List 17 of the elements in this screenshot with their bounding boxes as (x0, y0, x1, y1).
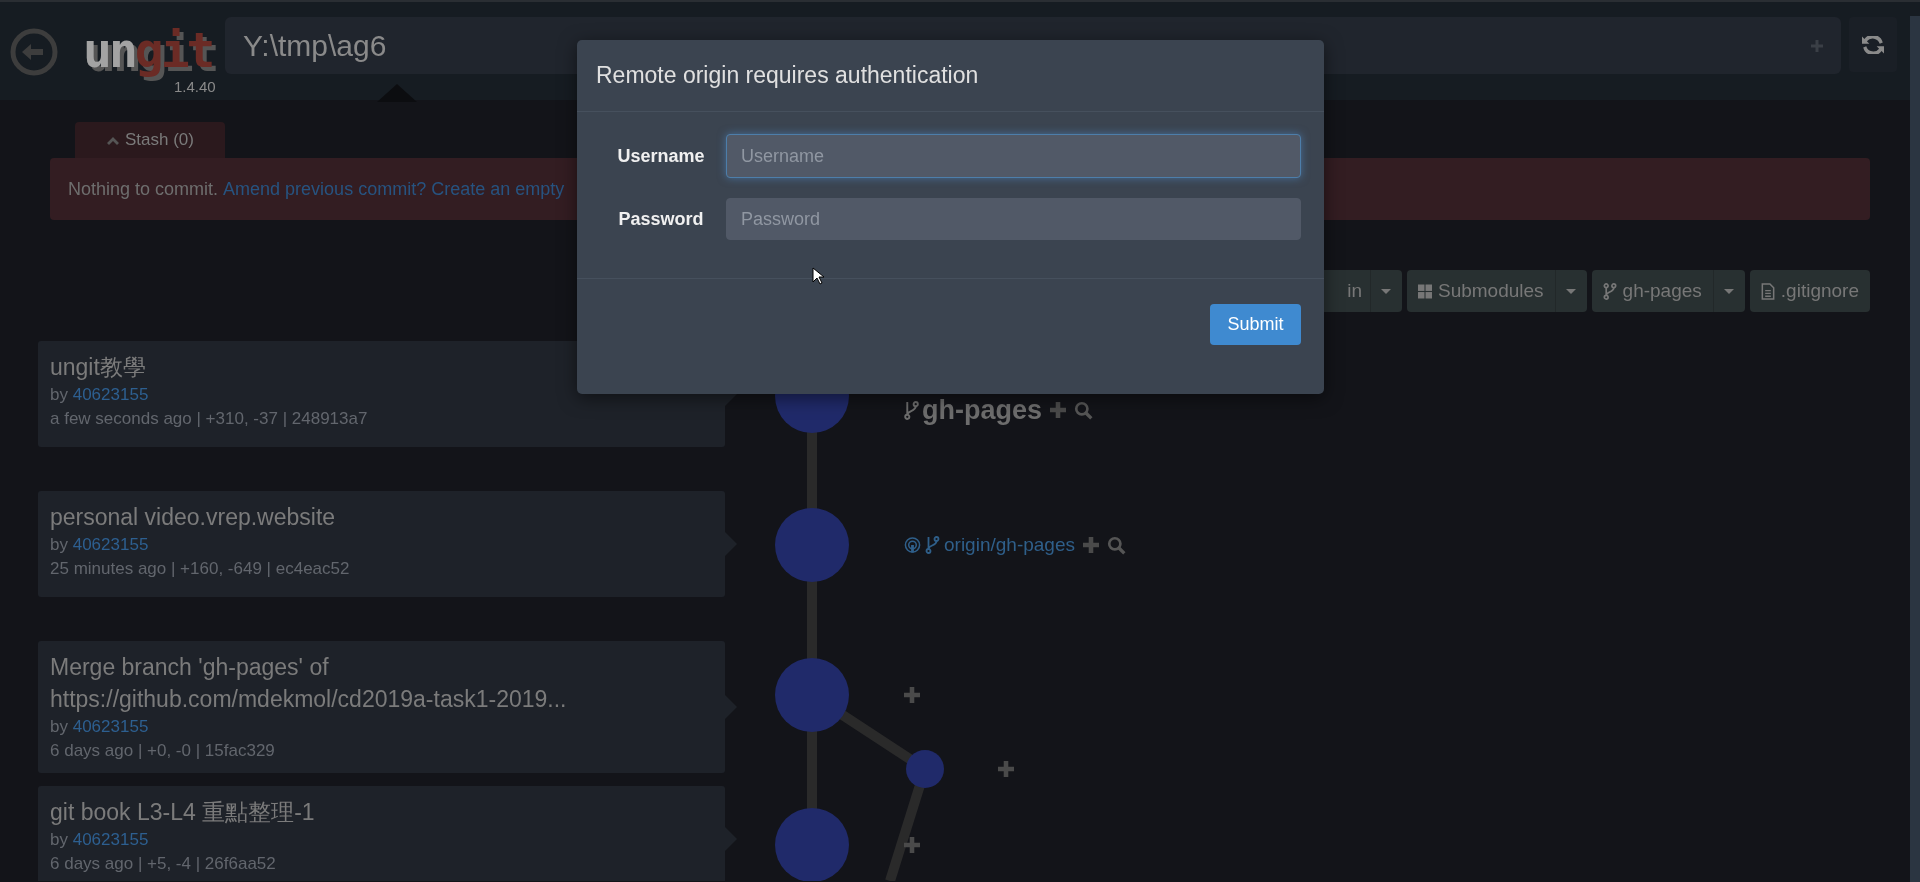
commit-title: ungit教學 (50, 353, 147, 382)
field-label: Password (617, 208, 705, 230)
commit-meta: 6 days ago | +5, -4 | 26f6aa52 (50, 853, 277, 875)
by-label: by (50, 717, 68, 736)
version-text: 1.4.40 (174, 78, 216, 95)
commit-title: personal video.vrep.website (50, 503, 337, 532)
commit-meta: 6 days ago | +0, -0 | 15fac329 (50, 740, 276, 762)
dialog-title: Remote origin requires authentication (596, 62, 979, 89)
commit-title: git book L3-L4 重點整理-1 (50, 798, 316, 827)
commit-meta: 25 minutes ago | +160, -649 | ec4eac52 (50, 558, 351, 580)
alert-text: Nothing to commit. (68, 178, 219, 200)
by-label: by (50, 385, 68, 404)
commit-title: Merge branch 'gh-pages' of https://github.com/mdekmol/cd2019a-task1-2019... (50, 653, 568, 714)
by-label: by (50, 830, 68, 849)
commit-meta: a few seconds ago | +310, -37 | 248913a7 (50, 408, 369, 430)
by-label: by (50, 535, 68, 554)
field-label: Username (616, 145, 706, 167)
